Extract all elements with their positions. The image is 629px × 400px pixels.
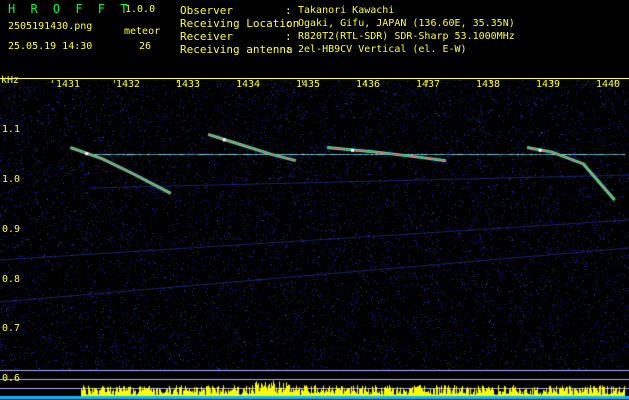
y-tick-0-9: 0.9 (2, 224, 21, 235)
x-tick-1439: 1439 (535, 79, 561, 90)
x-tick-1431: 1431 (55, 79, 81, 90)
x-tick-1438: 1438 (475, 79, 501, 90)
y-tick-1-1: 1.1 (2, 124, 21, 135)
receiver-value: R820T2(RTL-SDR) SDR-Sharp 53.1000MHz (298, 31, 515, 42)
antenna-value: 2el-HB9CV Vertical (el. E-W) (298, 44, 467, 55)
location-colon: : (285, 17, 292, 30)
spectrogram (0, 80, 629, 400)
antenna-label: Receiving antenna (180, 43, 293, 56)
y-tick-0-7: 0.7 (2, 323, 21, 334)
x-tick-1437: 1437 (415, 79, 441, 90)
location-value: Ogaki, Gifu, JAPAN (136.60E, 35.35N) (298, 18, 515, 29)
observer-colon: : (285, 4, 292, 17)
y-tick-0-8: 0.8 (2, 274, 21, 285)
hroffft-screen: H R O F F T 1.0.0 2505191430.png meteor … (0, 0, 629, 400)
antenna-colon: : (285, 43, 292, 56)
meteor-label: meteor (124, 26, 161, 37)
x-tick-1433: 1433 (175, 79, 201, 90)
x-tick-1434: 1434 (235, 79, 261, 90)
x-tick-1440: 1440 (595, 79, 621, 90)
file-name: 2505191430.png (8, 21, 93, 32)
y-axis-unit: kHz (1, 75, 20, 86)
x-tick-1436: 1436 (355, 79, 381, 90)
location-label: Receiving Location (180, 17, 300, 30)
meteor-count: 26 (139, 41, 152, 52)
observer-label: Observer (180, 4, 233, 17)
x-tick-1435: 1435 (295, 79, 321, 90)
x-tick-1432: 1432 (115, 79, 141, 90)
y-tick-0-6: 0.6 (2, 373, 21, 384)
app-title: H R O F F T (8, 2, 132, 16)
app-version: 1.0.0 (125, 4, 156, 15)
y-tick-1-0: 1.0 (2, 174, 21, 185)
observer-value: Takanori Kawachi (298, 5, 395, 16)
timestamp: 25.05.19 14:30 (8, 41, 93, 52)
receiver-colon: : (285, 30, 292, 43)
receiver-label: Receiver (180, 30, 233, 43)
